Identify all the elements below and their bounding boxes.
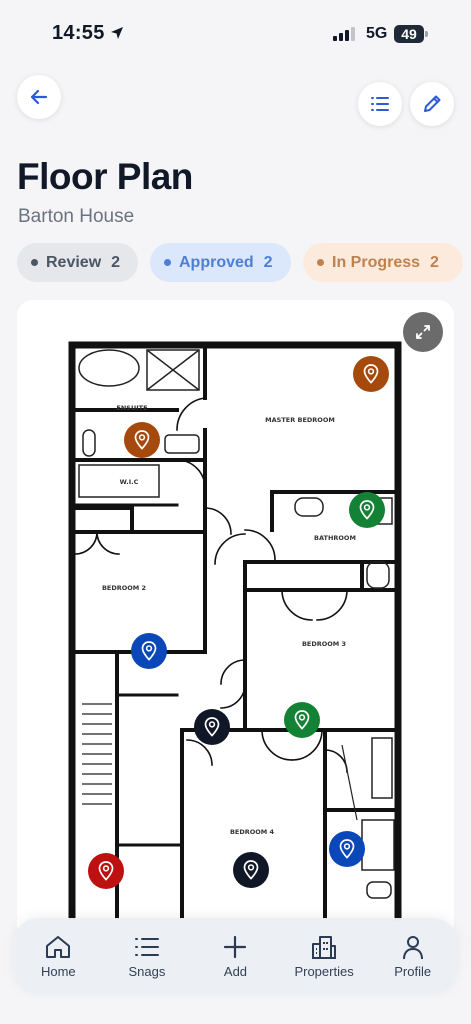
snag-pin-red[interactable] bbox=[88, 853, 124, 889]
snag-pin-review[interactable] bbox=[194, 709, 230, 745]
filter-count: 2 bbox=[430, 253, 439, 271]
room-label-bedroom-4: BEDROOM 4 bbox=[230, 828, 275, 836]
filter-label: Approved bbox=[179, 253, 254, 271]
snag-pin-in-progress[interactable] bbox=[353, 356, 389, 392]
room-label-wic: W.I.C bbox=[120, 478, 139, 486]
room-label-bedroom-3: BEDROOM 3 bbox=[302, 640, 346, 648]
room-label-ensuite: ENSUITE bbox=[116, 404, 147, 412]
snag-pin-in-progress[interactable] bbox=[124, 422, 160, 458]
status-dot bbox=[164, 259, 171, 266]
tab-label: Home bbox=[40, 963, 76, 979]
filter-count: 2 bbox=[111, 253, 121, 271]
person-icon bbox=[402, 935, 423, 959]
location-arrow-icon bbox=[111, 27, 123, 39]
tab-snags[interactable]: Snags bbox=[107, 934, 187, 979]
fullscreen-button[interactable] bbox=[403, 312, 443, 352]
battery-icon: 49 bbox=[394, 25, 424, 43]
floor-plan-card: ENSUITE MASTER BEDROOM W.I.C BATHROOM BE… bbox=[17, 300, 454, 940]
tab-label: Add bbox=[223, 963, 248, 979]
back-button[interactable] bbox=[17, 75, 61, 119]
arrow-left-icon bbox=[30, 89, 48, 105]
list-icon bbox=[371, 97, 389, 111]
filter-label: In Progress bbox=[332, 253, 421, 271]
status-bar: 14:55 5G 49 bbox=[0, 0, 471, 64]
status-dot bbox=[31, 259, 38, 266]
snag-pin-approved[interactable] bbox=[349, 492, 385, 528]
cellular-signal-icon bbox=[333, 27, 355, 41]
snag-pin-approved[interactable] bbox=[284, 702, 320, 738]
snag-pin-blue[interactable] bbox=[329, 831, 365, 867]
room-label-master-bedroom: MASTER BEDROOM bbox=[265, 416, 335, 424]
tab-properties[interactable]: Properties bbox=[284, 934, 364, 979]
tab-label: Properties bbox=[294, 963, 354, 979]
battery-tip bbox=[425, 31, 428, 37]
tab-profile[interactable]: Profile bbox=[373, 934, 453, 979]
room-label-bedroom-2: BEDROOM 2 bbox=[102, 584, 146, 592]
building-icon bbox=[312, 935, 337, 959]
filter-chip-approved[interactable]: Approved 2 bbox=[150, 243, 291, 282]
tab-label: Profile bbox=[394, 963, 432, 979]
list-view-button[interactable] bbox=[358, 82, 402, 126]
snag-pin-review[interactable] bbox=[233, 852, 269, 888]
edit-button[interactable] bbox=[410, 82, 454, 126]
status-dot bbox=[317, 259, 324, 266]
filter-count: 2 bbox=[263, 253, 273, 271]
snag-pin-blue[interactable] bbox=[131, 633, 167, 669]
tab-home[interactable]: Home bbox=[18, 934, 98, 979]
status-time: 14:55 bbox=[52, 22, 105, 44]
tab-label: Snags bbox=[128, 963, 166, 979]
pencil-icon bbox=[424, 95, 441, 112]
expand-icon bbox=[416, 325, 430, 339]
list-icon bbox=[134, 937, 159, 956]
page-title: Floor Plan bbox=[17, 156, 193, 197]
property-name: Barton House bbox=[18, 206, 135, 227]
filter-chip-in-progress[interactable]: In Progress 2 bbox=[303, 243, 463, 282]
floor-plan-drawing[interactable]: ENSUITE MASTER BEDROOM W.I.C BATHROOM BE… bbox=[17, 300, 454, 940]
plus-icon bbox=[224, 935, 247, 958]
home-icon bbox=[46, 935, 71, 958]
filter-chip-review[interactable]: Review 2 bbox=[17, 243, 138, 282]
network-type: 5G bbox=[366, 25, 388, 42]
tab-add[interactable]: Add bbox=[195, 934, 275, 979]
filter-label: Review bbox=[46, 253, 102, 271]
bottom-tab-bar: Home Snags Add Properties Profile bbox=[14, 918, 457, 994]
room-label-bathroom: BATHROOM bbox=[314, 534, 356, 542]
